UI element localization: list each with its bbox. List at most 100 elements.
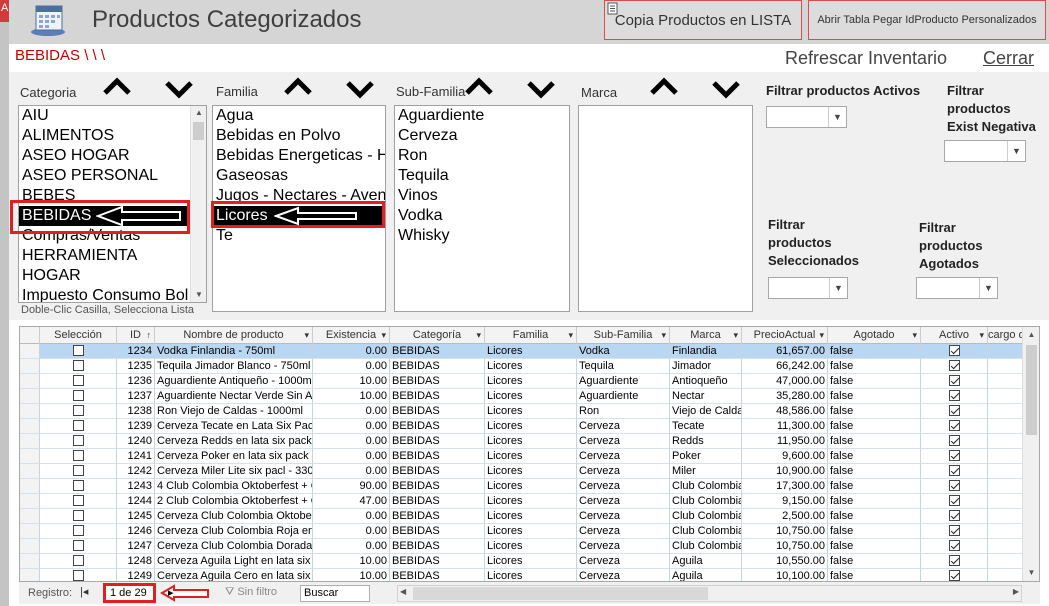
table-cell[interactable]: false <box>828 479 921 494</box>
table-cell[interactable]: Licores <box>485 479 577 494</box>
row-selector[interactable] <box>20 509 40 524</box>
selection-checkbox[interactable] <box>72 345 84 356</box>
row-selector[interactable] <box>20 494 40 509</box>
scroll-up-arrow-icon[interactable] <box>101 76 133 98</box>
selection-checkbox[interactable] <box>72 480 84 491</box>
table-cell[interactable]: Tequila Jimador Blanco - 750ml <box>155 359 313 374</box>
listbox-item[interactable]: HOGAR <box>19 266 206 286</box>
table-cell[interactable]: 0.00 <box>313 434 390 449</box>
table-cell[interactable]: Aguila <box>670 554 742 569</box>
active-checkbox[interactable] <box>948 345 960 356</box>
active-checkbox[interactable] <box>948 570 960 581</box>
table-cell[interactable]: Cerveza <box>577 479 670 494</box>
table-cell[interactable]: Tequila <box>577 359 670 374</box>
table-cell[interactable]: BEBIDAS <box>390 344 485 359</box>
table-cell[interactable]: Cerveza Miler Lite six pacl - 330m <box>155 464 313 479</box>
table-cell[interactable]: 61,657.00 <box>742 344 828 359</box>
column-header[interactable]: Selección <box>40 327 117 344</box>
table-cell[interactable]: Licores <box>485 494 577 509</box>
chevron-down-icon[interactable]: ▼ <box>979 278 997 298</box>
marca-listbox[interactable] <box>578 105 753 312</box>
active-checkbox[interactable] <box>948 390 960 401</box>
table-cell[interactable]: Licores <box>485 464 577 479</box>
active-checkbox[interactable] <box>948 495 960 506</box>
table-cell[interactable]: 9,600.00 <box>742 449 828 464</box>
column-header[interactable]: Existencia ▾ <box>313 327 390 344</box>
listbox-item[interactable]: Bebidas Energeticas - Hi <box>213 146 385 166</box>
table-cell[interactable]: Licores <box>485 344 577 359</box>
table-cell[interactable]: 1247 <box>117 539 155 554</box>
next-record-icon[interactable]: ▸ <box>168 586 174 599</box>
table-cell[interactable]: 1243 <box>117 479 155 494</box>
table-cell[interactable]: 1244 <box>117 494 155 509</box>
row-selector[interactable] <box>20 449 40 464</box>
row-selector[interactable] <box>20 569 40 581</box>
table-cell[interactable]: BEBIDAS <box>390 569 485 581</box>
row-selector[interactable] <box>20 464 40 479</box>
table-cell[interactable]: 10,750.00 <box>742 524 828 539</box>
table-cell[interactable]: Licores <box>485 419 577 434</box>
table-cell[interactable]: BEBIDAS <box>390 539 485 554</box>
selection-checkbox[interactable] <box>72 360 84 371</box>
subfamilia-listbox[interactable]: Aguardiente Cerveza Ron Tequila Vinos Vodka Wh… <box>394 105 570 312</box>
chevron-down-icon[interactable]: ▼ <box>829 278 847 298</box>
table-row[interactable]: 1246 Cerveza Club Colombia Roja en la 0.00… <box>20 524 1028 539</box>
table-cell[interactable]: Cerveza <box>577 524 670 539</box>
column-header[interactable]: PrecioActual ▾ <box>742 327 828 344</box>
table-cell[interactable]: Aguardiente Nectar Verde Sin Az <box>155 389 313 404</box>
selection-checkbox[interactable] <box>72 495 84 506</box>
listbox-item[interactable]: Ron <box>395 146 569 166</box>
active-checkbox[interactable] <box>948 375 960 386</box>
table-cell[interactable]: Cerveza <box>577 569 670 581</box>
selection-checkbox[interactable] <box>72 525 84 536</box>
table-row[interactable]: 1249 Cerveza Aguila Cero en lata six p 10.… <box>20 569 1028 581</box>
table-cell[interactable]: Finlandia <box>670 344 742 359</box>
table-row[interactable]: 1245 Cerveza Club Colombia Oktoberfe 0.00 B… <box>20 509 1028 524</box>
table-cell[interactable]: false <box>828 389 921 404</box>
listbox-item[interactable]: AIU <box>19 106 206 126</box>
table-cell[interactable]: BEBIDAS <box>390 404 485 419</box>
table-cell[interactable]: Cerveza <box>577 539 670 554</box>
table-cell[interactable]: Cerveza Club Colombia Roja en la <box>155 524 313 539</box>
row-selector[interactable] <box>20 359 40 374</box>
table-cell[interactable]: BEBIDAS <box>390 359 485 374</box>
listbox-scrollbar[interactable]: ▲ ▼ <box>190 106 206 302</box>
table-cell[interactable]: 1249 <box>117 569 155 581</box>
table-cell[interactable]: 1248 <box>117 554 155 569</box>
selection-checkbox[interactable] <box>72 450 84 461</box>
filter-negative-combo[interactable]: ▼ <box>944 140 1026 162</box>
chevron-down-icon[interactable]: ▼ <box>1007 141 1025 161</box>
table-cell[interactable]: 0.00 <box>313 419 390 434</box>
table-cell[interactable]: Licores <box>485 509 577 524</box>
table-cell[interactable]: 0.00 <box>313 404 390 419</box>
active-checkbox[interactable] <box>948 405 960 416</box>
table-cell[interactable]: 0.00 <box>313 449 390 464</box>
selection-checkbox[interactable] <box>72 555 84 566</box>
listbox-item[interactable]: ALIMENTOS <box>19 126 206 146</box>
table-cell[interactable]: Licores <box>485 359 577 374</box>
table-cell[interactable]: 90.00 <box>313 479 390 494</box>
table-cell[interactable]: Poker <box>670 449 742 464</box>
filter-soldout-combo[interactable]: ▼ <box>916 277 998 299</box>
scroll-up-arrow-icon[interactable] <box>463 76 495 98</box>
table-cell[interactable]: 1235 <box>117 359 155 374</box>
active-checkbox[interactable] <box>948 435 960 446</box>
listbox-item[interactable]: ASEO HOGAR <box>19 146 206 166</box>
table-cell[interactable]: Licores <box>485 449 577 464</box>
active-checkbox[interactable] <box>948 540 960 551</box>
table-cell[interactable]: Cerveza Club Colombia Oktoberfe <box>155 509 313 524</box>
table-cell[interactable]: 1236 <box>117 374 155 389</box>
listbox-item[interactable]: HERRAMIENTA <box>19 246 206 266</box>
copy-list-button[interactable]: Copia Productos en LISTA <box>604 0 802 40</box>
active-checkbox[interactable] <box>948 480 960 491</box>
table-cell[interactable]: Club Colombia <box>670 494 742 509</box>
table-cell[interactable]: Cerveza Aguila Light en lata six p <box>155 554 313 569</box>
scroll-down-arrow-icon[interactable] <box>163 78 195 100</box>
table-cell[interactable]: BEBIDAS <box>390 479 485 494</box>
search-input[interactable]: Buscar <box>300 585 370 602</box>
table-cell[interactable]: Aguardiente Antiqueño - 1000ml <box>155 374 313 389</box>
listbox-item[interactable]: Tequila <box>395 166 569 186</box>
table-cell[interactable]: 1241 <box>117 449 155 464</box>
table-cell[interactable]: 11,950.00 <box>742 434 828 449</box>
table-cell[interactable]: Viejo de Calda <box>670 404 742 419</box>
